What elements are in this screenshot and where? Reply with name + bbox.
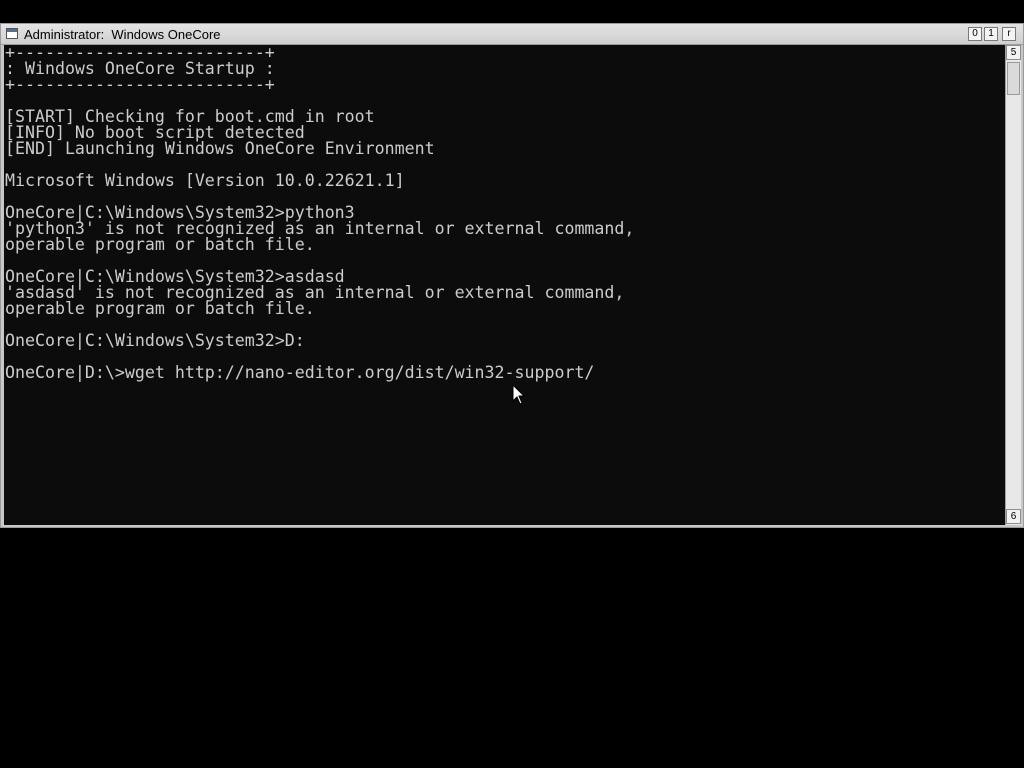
vertical-scrollbar[interactable]: 5 6 <box>1005 45 1021 525</box>
system-menu-icon[interactable] <box>6 28 18 39</box>
scroll-down-button[interactable]: 6 <box>1006 509 1021 524</box>
title-bar[interactable]: Administrator: Windows OneCore 0 1 r <box>1 24 1023 45</box>
scroll-up-button[interactable]: 5 <box>1006 45 1021 60</box>
console-line: operable program or batch file. <box>5 299 315 318</box>
console-line: OneCore|C:\Windows\System32>D: <box>5 331 305 350</box>
mouse-pointer-icon <box>512 384 526 405</box>
console-line: [END] Launching Windows OneCore Environm… <box>5 139 435 158</box>
console-line: operable program or batch file. <box>5 235 315 254</box>
console-line: Microsoft Windows [Version 10.0.22621.1] <box>5 171 405 190</box>
desktop: Administrator: Windows OneCore 0 1 r +--… <box>0 0 1024 768</box>
maximize-button[interactable]: 1 <box>984 27 998 41</box>
console-window[interactable]: Administrator: Windows OneCore 0 1 r +--… <box>0 23 1024 528</box>
console-input-line[interactable]: OneCore|D:\>wget http://nano-editor.org/… <box>5 364 594 381</box>
scroll-thumb[interactable] <box>1007 62 1020 95</box>
console-output[interactable]: +-------------------------+ : Windows On… <box>4 45 1005 525</box>
close-button[interactable]: r <box>1002 27 1016 41</box>
minimize-button[interactable]: 0 <box>968 27 982 41</box>
console-line: +-------------------------+ <box>5 75 275 94</box>
window-title: Administrator: Windows OneCore <box>24 27 221 42</box>
